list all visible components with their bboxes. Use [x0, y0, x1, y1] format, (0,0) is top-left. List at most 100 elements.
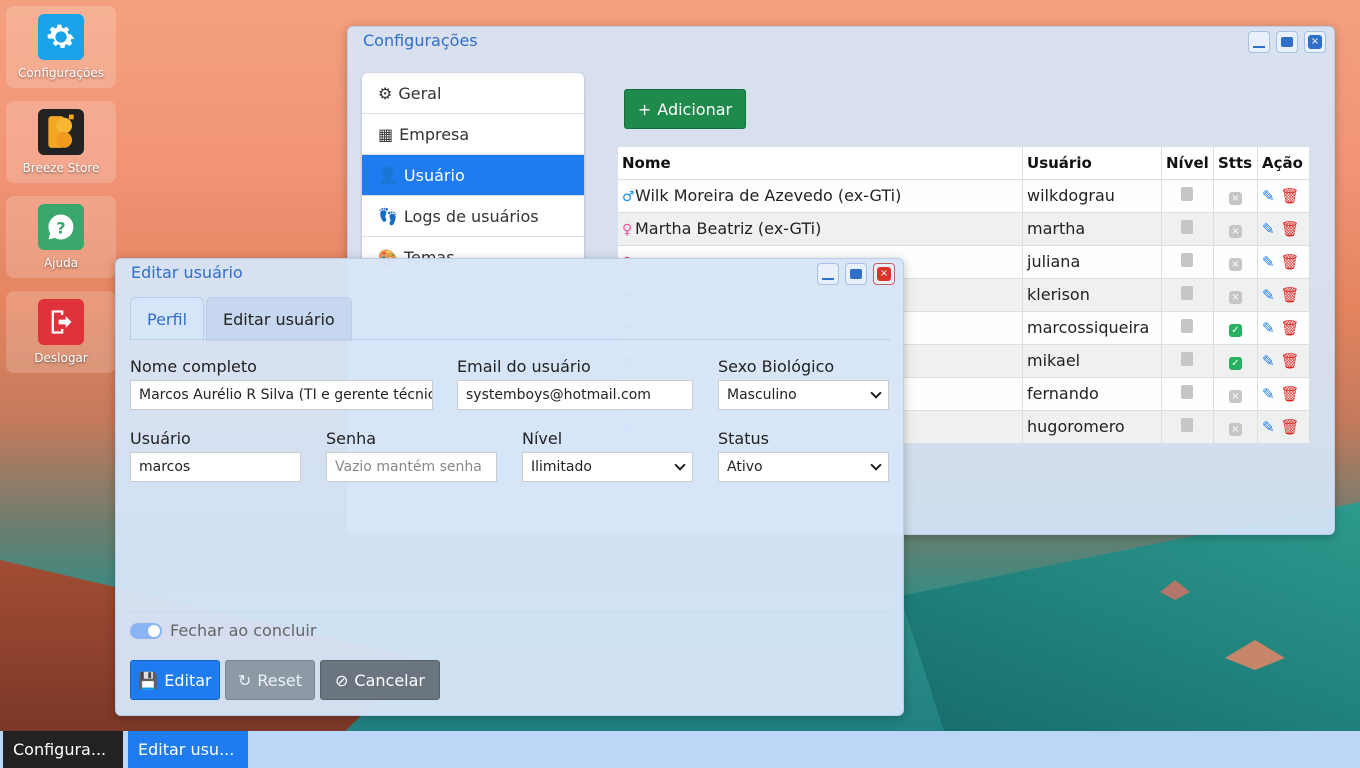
level-select[interactable]: Ilimitado: [522, 452, 693, 482]
settings-menu: ⚙ Geral ▦ Empresa 👤 Usuário 👣 Logs de us…: [362, 73, 584, 278]
desktop-icon-breeze-store[interactable]: Breeze Store: [6, 101, 116, 183]
desktop-icon-configuracoes[interactable]: Configurações: [6, 6, 116, 88]
tab-editar-usuario[interactable]: Editar usuário: [206, 297, 352, 341]
add-button-label: Adicionar: [657, 99, 733, 119]
menu-item-label: Logs de usuários: [403, 206, 539, 226]
menu-item-logs[interactable]: 👣 Logs de usuários: [362, 196, 584, 237]
pencil-icon[interactable]: ✎: [1262, 385, 1275, 403]
cell-name: ♂Wilk Moreira de Azevedo (ex-GTi): [618, 178, 1024, 212]
cell-username: marcossiqueira: [1022, 310, 1162, 344]
desktop-icon-deslogar[interactable]: Deslogar: [6, 291, 116, 373]
user-icon: 👤: [378, 165, 398, 185]
landscape-shape: [900, 500, 1360, 740]
menu-item-empresa[interactable]: ▦ Empresa: [362, 114, 584, 155]
cell-username: hugoromero: [1022, 409, 1162, 443]
trash-icon[interactable]: 🗑: [1281, 385, 1300, 403]
cell-username: martha: [1022, 211, 1162, 245]
toggle-knob: [148, 625, 160, 637]
maximize-button[interactable]: [1276, 31, 1298, 53]
edit-button-label: Editar: [164, 670, 212, 690]
trash-icon[interactable]: 🗑: [1281, 286, 1300, 304]
menu-item-geral[interactable]: ⚙ Geral: [362, 73, 584, 114]
cell-status: ×: [1213, 277, 1258, 311]
cancel-button[interactable]: ⊘ Cancelar: [320, 660, 440, 700]
cell-actions: ✎ 🗑: [1257, 310, 1311, 344]
id-card-icon: [1181, 418, 1194, 433]
add-user-button[interactable]: + Adicionar: [624, 89, 746, 129]
chevron-down-icon: [870, 459, 882, 471]
menu-item-usuario[interactable]: 👤 Usuário: [362, 155, 584, 196]
minimize-icon: [822, 278, 834, 280]
pencil-icon[interactable]: ✎: [1262, 220, 1275, 238]
female-icon: ♀: [622, 222, 633, 238]
footsteps-icon: 👣: [378, 206, 398, 226]
username-field[interactable]: marcos: [130, 452, 301, 482]
id-card-icon: [1181, 220, 1194, 234]
trash-icon[interactable]: 🗑: [1281, 418, 1300, 436]
password-field[interactable]: Vazio mantém senha: [326, 452, 497, 482]
cell-username: juliana: [1022, 244, 1162, 278]
cancel-button-label: Cancelar: [354, 670, 425, 690]
menu-item-label: Usuário: [403, 165, 465, 185]
taskbar-item-configuracoes[interactable]: Configura...: [3, 731, 123, 768]
trash-icon[interactable]: 🗑: [1281, 187, 1300, 205]
pencil-icon[interactable]: ✎: [1262, 352, 1275, 370]
reset-button[interactable]: ↻ Reset: [225, 660, 315, 700]
close-button[interactable]: ×: [873, 263, 895, 285]
cell-username: mikael: [1022, 343, 1162, 377]
ban-icon: ⊘: [335, 670, 349, 690]
cell-actions: ✎ 🗑: [1257, 376, 1311, 410]
cell-level: [1161, 409, 1214, 443]
level-label: Nível: [522, 429, 563, 448]
close-icon: ×: [1308, 35, 1322, 49]
user-full-name: Martha Beatriz (ex-GTi): [635, 219, 822, 238]
id-card-icon: [1181, 319, 1194, 333]
id-card-icon: [1181, 253, 1194, 267]
pencil-icon[interactable]: ✎: [1262, 418, 1275, 436]
trash-icon[interactable]: 🗑: [1281, 352, 1300, 370]
pencil-icon[interactable]: ✎: [1262, 253, 1275, 271]
sex-select[interactable]: Masculino: [718, 380, 889, 410]
minimize-button[interactable]: [817, 263, 839, 285]
email-field[interactable]: systemboys@hotmail.com: [457, 380, 693, 410]
desktop-icon-ajuda[interactable]: ? Ajuda: [6, 196, 116, 278]
x-icon: ×: [1228, 192, 1242, 205]
cell-status: ×: [1213, 376, 1258, 410]
minimize-button[interactable]: [1248, 31, 1270, 53]
save-icon: 💾: [138, 670, 159, 690]
maximize-icon: [1281, 37, 1293, 47]
gear-icon: ⚙: [378, 83, 393, 103]
user-full-name: Wilk Moreira de Azevedo (ex-GTi): [635, 186, 902, 205]
trash-icon[interactable]: 🗑: [1281, 253, 1300, 271]
email-label: Email do usuário: [457, 357, 591, 376]
close-on-finish-toggle[interactable]: [130, 623, 162, 639]
tab-perfil[interactable]: Perfil: [130, 297, 205, 341]
edit-button[interactable]: 💾 Editar: [130, 660, 220, 700]
full-name-field[interactable]: Marcos Aurélio R Silva (TI e gerente téc…: [130, 380, 433, 410]
x-icon: ×: [1228, 423, 1242, 437]
cell-status: ×: [1213, 178, 1258, 212]
check-icon: ✓: [1228, 324, 1242, 337]
pencil-icon[interactable]: ✎: [1262, 187, 1275, 205]
desktop-icon-label: Breeze Store: [22, 161, 100, 175]
close-button[interactable]: ×: [1304, 31, 1326, 53]
form-divider: [130, 611, 890, 612]
cell-actions: ✎ 🗑: [1257, 409, 1311, 443]
pencil-icon[interactable]: ✎: [1262, 286, 1275, 304]
plus-icon: +: [637, 99, 652, 119]
gear-icon: [38, 14, 84, 60]
taskbar-item-editar-usuario[interactable]: Editar usu...: [128, 731, 248, 768]
maximize-button[interactable]: [845, 263, 867, 285]
cell-level: [1161, 244, 1214, 278]
window-title: Editar usuário: [131, 263, 243, 282]
trash-icon[interactable]: 🗑: [1281, 220, 1300, 238]
maximize-icon: [850, 269, 862, 279]
status-select[interactable]: Ativo: [718, 452, 889, 482]
check-icon: ✓: [1228, 357, 1242, 370]
minimize-icon: [1253, 46, 1265, 48]
pencil-icon[interactable]: ✎: [1262, 319, 1275, 337]
taskbar: Configura... Editar usu...: [0, 731, 1360, 768]
trash-icon[interactable]: 🗑: [1281, 319, 1300, 337]
edit-user-window: Editar usuário × Perfil Editar usuário N…: [115, 258, 904, 716]
cell-level: [1161, 277, 1214, 311]
